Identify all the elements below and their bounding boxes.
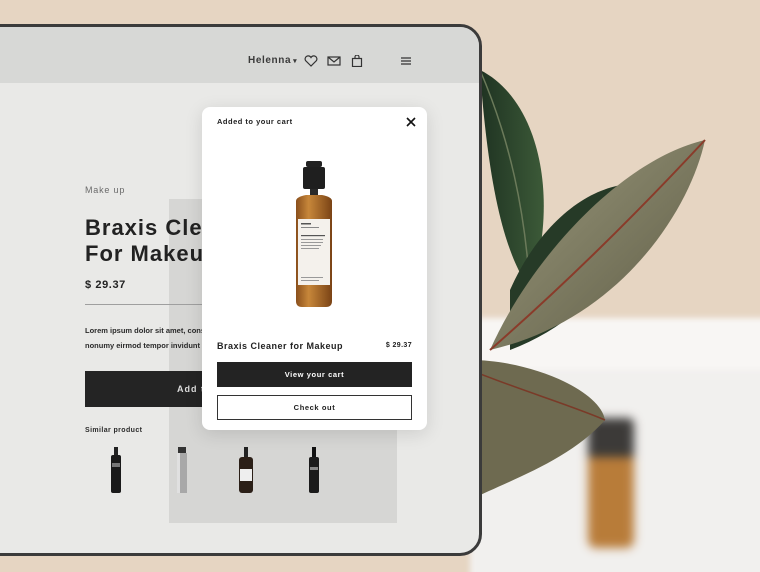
similar-products-heading: Similar product [85,427,143,434]
similar-product-thumb-3[interactable] [237,447,255,493]
modal-product-name: Braxis Cleaner for Makeup [217,341,344,351]
product-price: $ 29.37 [85,279,126,291]
modal-title: Added to your cart [217,117,293,126]
heart-icon[interactable] [304,54,318,67]
account-menu[interactable]: Helenna ▾ [248,55,297,66]
plant-leaves-image [470,69,706,500]
similar-product-thumb-1[interactable] [109,447,123,493]
product-category: Make up [85,185,126,195]
checkout-button[interactable]: Check out [217,395,412,420]
top-navigation-bar: Helenna ▾ [0,27,479,83]
mail-icon[interactable] [327,54,341,66]
view-cart-button[interactable]: View your cart [217,362,412,387]
menu-icon[interactable] [399,54,413,66]
product-bottle-image [296,161,332,307]
similar-products-list [85,447,385,497]
similar-product-thumb-4[interactable] [307,447,321,493]
added-to-cart-modal: Added to your cart Braxis Cleaner for Ma… [202,107,427,430]
account-name: Helenna [248,55,292,66]
close-icon[interactable] [405,115,417,127]
modal-product-price: $ 29.37 [385,342,412,349]
chevron-down-icon: ▾ [293,58,298,65]
similar-product-thumb-2[interactable] [175,447,189,493]
bag-icon[interactable] [350,54,364,68]
